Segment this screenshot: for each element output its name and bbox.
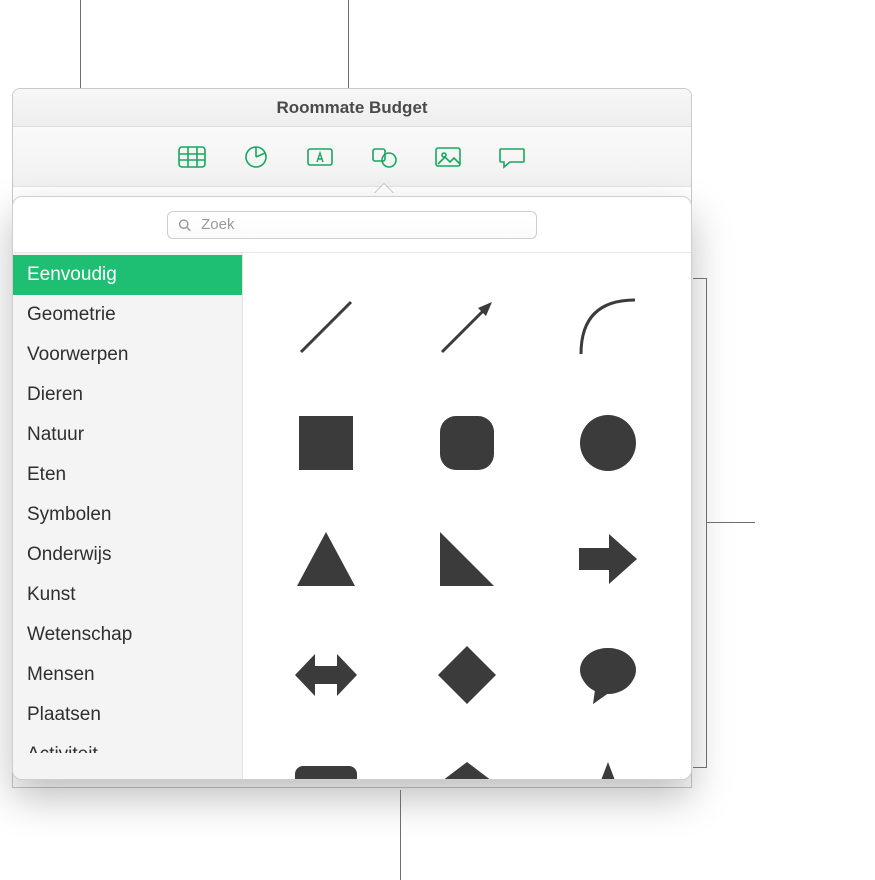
pentagon-icon [434,758,500,779]
shape-pentagon[interactable] [428,752,506,779]
sidebar-item-wetenschap[interactable]: Wetenschap [13,615,242,655]
table-icon [177,144,207,170]
comment-icon [497,144,527,170]
search-input[interactable] [199,215,526,234]
arrow-right-icon [575,526,641,592]
sidebar-item-mensen[interactable]: Mensen [13,655,242,695]
shape-triangle[interactable] [287,520,365,598]
speech-bubble-icon [575,642,641,708]
sidebar-item-label: Kunst [27,584,76,605]
sidebar-item-activiteit[interactable]: Activiteit [13,735,242,753]
toolbar-table-button[interactable] [173,138,211,176]
media-icon [433,144,463,170]
sidebar-item-kunst[interactable]: Kunst [13,575,242,615]
shape-speech-rect[interactable] [287,752,365,779]
sidebar-item-eenvoudig[interactable]: Eenvoudig [13,255,242,295]
textbox-icon [305,144,335,170]
sidebar-item-symbolen[interactable]: Symbolen [13,495,242,535]
toolbar [13,127,691,187]
sidebar-item-label: Eten [27,464,66,485]
arrow-line-icon [434,294,500,360]
shape-line[interactable] [287,288,365,366]
shape-star[interactable] [569,752,647,779]
callout-line [707,522,755,523]
shape-diamond[interactable] [428,636,506,714]
line-icon [293,294,359,360]
sidebar-item-label: Dieren [27,384,83,405]
sidebar-item-onderwijs[interactable]: Onderwijs [13,535,242,575]
callout-line [400,790,401,880]
shape-speech-bubble[interactable] [569,636,647,714]
category-sidebar: Eenvoudig Geometrie Voorwerpen Dieren Na… [13,253,243,779]
star-icon [575,758,641,779]
shape-arrow-right[interactable] [569,520,647,598]
shapes-popover: Eenvoudig Geometrie Voorwerpen Dieren Na… [12,196,692,780]
sidebar-item-label: Natuur [27,424,84,445]
shape-double-arrow[interactable] [287,636,365,714]
circle-icon [575,410,641,476]
sidebar-item-label: Geometrie [27,304,116,325]
sidebar-item-label: Voorwerpen [27,344,128,365]
sidebar-item-label: Eenvoudig [27,264,117,285]
callout-bracket [693,278,707,768]
sidebar-item-geometrie[interactable]: Geometrie [13,295,242,335]
sidebar-item-label: Symbolen [27,504,112,525]
sidebar-item-plaatsen[interactable]: Plaatsen [13,695,242,735]
toolbar-textbox-button[interactable] [301,138,339,176]
shape-rounded-square[interactable] [428,404,506,482]
sidebar-item-label: Onderwijs [27,544,111,565]
toolbar-shape-button[interactable] [365,138,403,176]
window-title: Roommate Budget [276,98,427,118]
toolbar-media-button[interactable] [429,138,467,176]
shape-right-triangle[interactable] [428,520,506,598]
shapes-grid-area [243,253,691,779]
double-arrow-icon [293,642,359,708]
window-titlebar: Roommate Budget [13,89,691,127]
toolbar-comment-button[interactable] [493,138,531,176]
sidebar-item-label: Plaatsen [27,704,101,725]
sidebar-item-voorwerpen[interactable]: Voorwerpen [13,335,242,375]
sidebar-item-label: Mensen [27,664,95,685]
search-field[interactable] [167,211,537,239]
sidebar-item-dieren[interactable]: Dieren [13,375,242,415]
shapes-grid [269,277,665,779]
toolbar-chart-button[interactable] [237,138,275,176]
callout-line [80,0,81,88]
square-icon [293,410,359,476]
shape-arrow-line[interactable] [428,288,506,366]
shape-square[interactable] [287,404,365,482]
speech-rect-icon [293,758,359,779]
triangle-icon [293,526,359,592]
search-wrap [13,197,691,253]
shape-curve[interactable] [569,288,647,366]
sidebar-item-label: Wetenschap [27,624,132,645]
callout-line [348,0,349,88]
right-triangle-icon [434,526,500,592]
chart-icon [241,144,271,170]
sidebar-item-eten[interactable]: Eten [13,455,242,495]
sidebar-item-natuur[interactable]: Natuur [13,415,242,455]
shape-icon [369,144,399,170]
curve-icon [575,294,641,360]
rounded-square-icon [434,410,500,476]
shape-circle[interactable] [569,404,647,482]
search-icon [178,218,191,232]
diamond-icon [434,642,500,708]
sidebar-item-label: Activiteit [27,744,98,753]
